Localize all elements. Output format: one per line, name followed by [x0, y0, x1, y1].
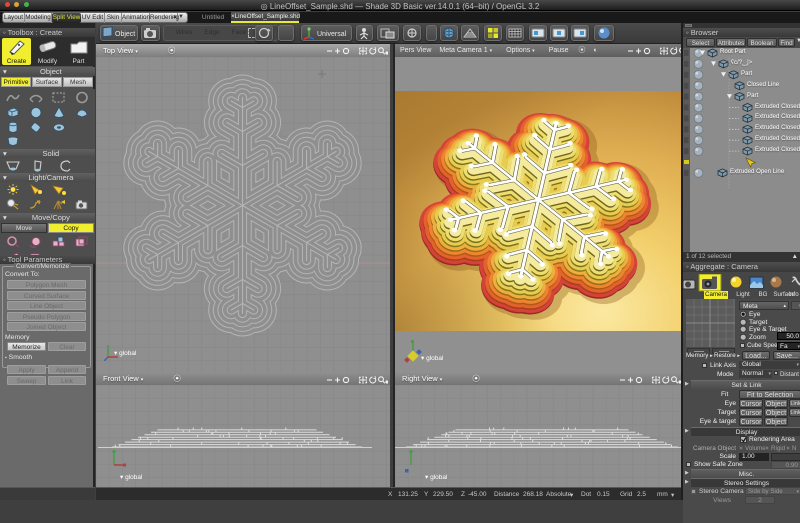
svg-text:Universal: Universal	[317, 31, 347, 38]
svg-text:Object: Object	[115, 31, 135, 38]
